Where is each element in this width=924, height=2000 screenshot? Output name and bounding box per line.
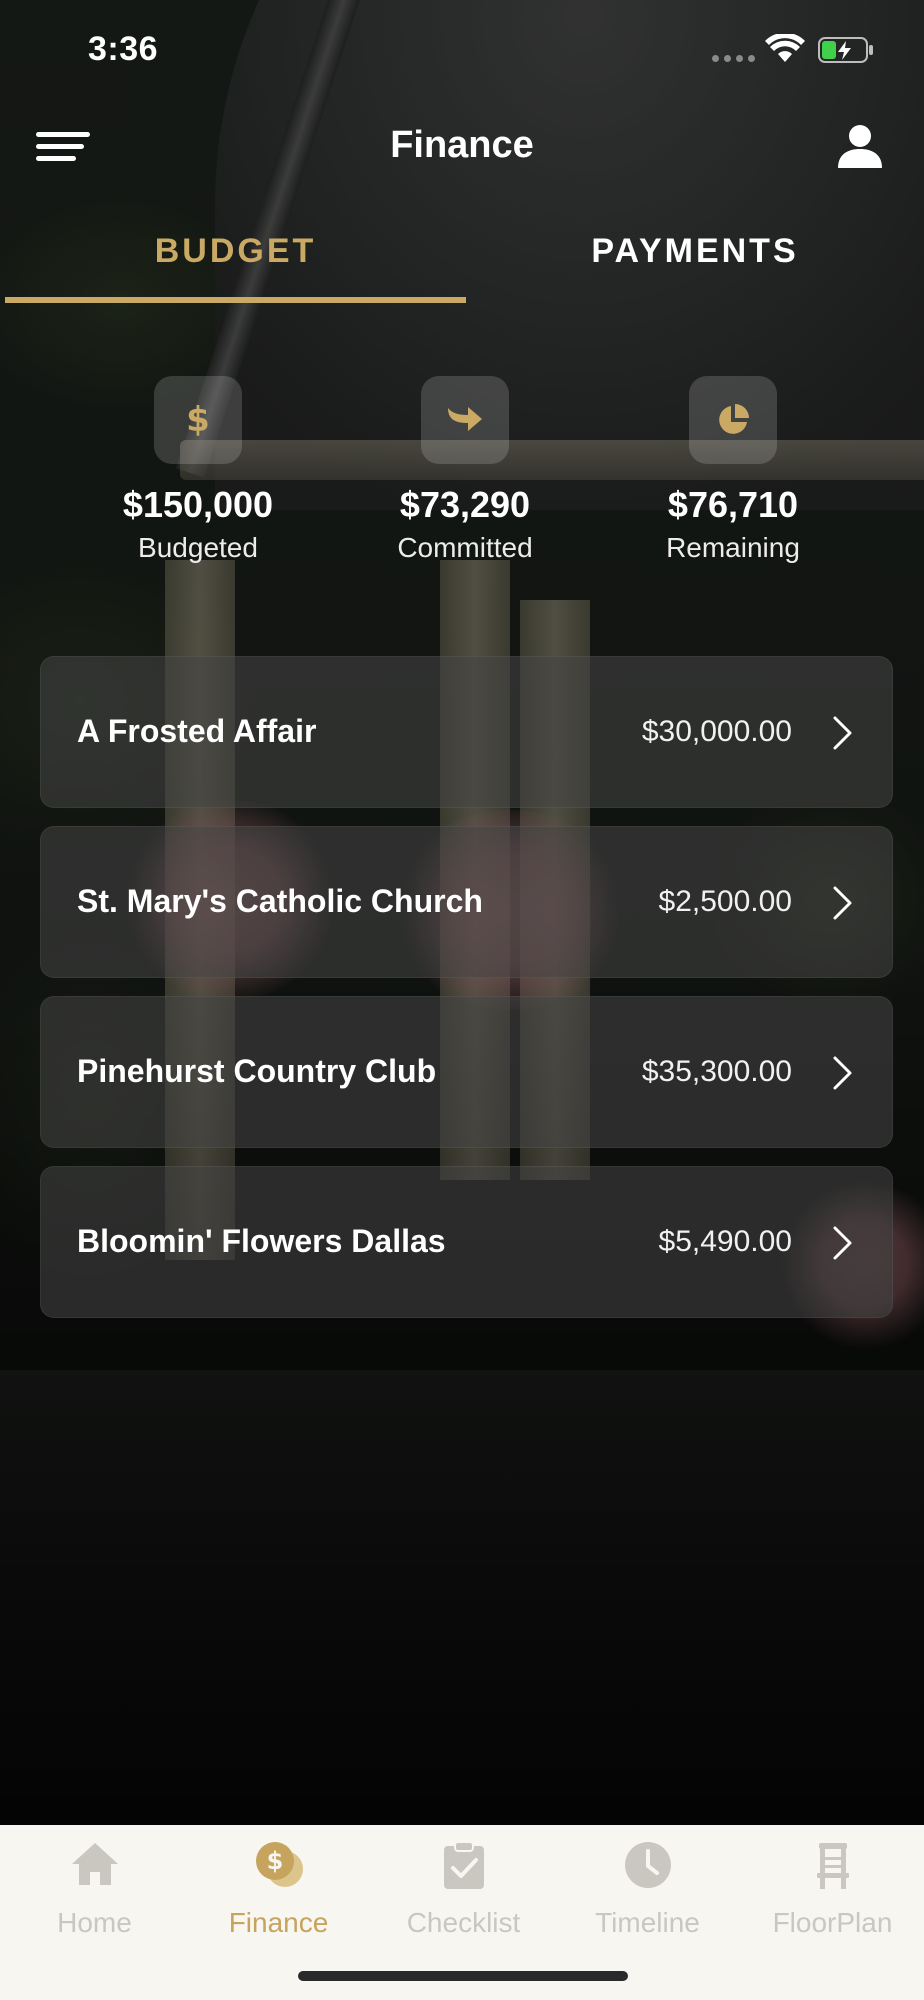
tab-payments[interactable]: PAYMENTS (466, 218, 924, 304)
chevron-right-icon (833, 1056, 852, 1090)
arrow-icon (421, 376, 509, 464)
wifi-icon (765, 34, 805, 62)
nav-label: Checklist (406, 1907, 521, 1938)
chevron-right-icon (833, 886, 852, 920)
chair-icon (816, 1843, 849, 1889)
home-indicator (298, 1971, 628, 1981)
budget-summary: $ $150,000 Budgeted $73,290 Committed $7… (0, 376, 924, 576)
stat-value: $73,290 (399, 484, 531, 525)
battery-icon (818, 37, 873, 63)
home-icon (71, 1843, 118, 1885)
chevron-right-icon (833, 1226, 852, 1260)
vendor-row[interactable]: Pinehurst Country Club $35,300.00 (40, 996, 893, 1148)
vendor-amount: $35,300.00 (641, 1055, 792, 1088)
nav-floorplan[interactable]: FloorPlan (740, 1839, 924, 1939)
active-tab-indicator (5, 297, 466, 303)
vendor-amount: $30,000.00 (641, 715, 792, 748)
status-bar: 3:36 (0, 0, 924, 100)
stat-label: Committed (397, 532, 533, 563)
page-title: Finance (390, 124, 534, 166)
nav-timeline[interactable]: Timeline (555, 1839, 740, 1939)
nav-checklist[interactable]: Checklist (371, 1839, 556, 1939)
stat-committed: $73,290 Committed (331, 376, 599, 564)
stat-label: Remaining (666, 532, 800, 563)
vendor-row[interactable]: St. Mary's Catholic Church $2,500.00 (40, 826, 893, 978)
vendor-list: A Frosted Affair $30,000.00 St. Mary's C… (40, 656, 893, 1336)
dollar-glyph: $ (186, 400, 210, 440)
vendor-name: Pinehurst Country Club (77, 1053, 437, 1089)
pie-chart-icon (689, 376, 777, 464)
chevron-right-icon (833, 716, 852, 750)
clock-icon (624, 1842, 671, 1888)
stat-budgeted: $ $150,000 Budgeted (64, 376, 332, 564)
vendor-row[interactable]: Bloomin' Flowers Dallas $5,490.00 (40, 1166, 893, 1318)
nav-finance[interactable]: $ Finance (186, 1839, 371, 1939)
stat-value: $76,710 (667, 484, 799, 525)
stat-label: Budgeted (138, 532, 258, 563)
vendor-row[interactable]: A Frosted Affair $30,000.00 (40, 656, 893, 808)
finance-icon: $ (255, 1842, 303, 1887)
stat-remaining: $76,710 Remaining (599, 376, 867, 564)
cellular-signal-icon (712, 55, 755, 62)
nav-label: Timeline (595, 1907, 700, 1938)
vendor-name: A Frosted Affair (77, 713, 317, 749)
nav-label: Home (57, 1907, 132, 1938)
svg-text:$: $ (266, 1847, 283, 1875)
vendor-name: Bloomin' Flowers Dallas (77, 1223, 446, 1259)
nav-label: Finance (228, 1907, 329, 1938)
checklist-icon (443, 1841, 484, 1889)
segment-tabs: BUDGET PAYMENTS (0, 218, 924, 304)
status-time: 3:36 (88, 30, 159, 68)
tab-budget[interactable]: BUDGET (5, 218, 466, 304)
nav-home[interactable]: Home (2, 1839, 187, 1939)
vendor-amount: $5,490.00 (658, 1225, 792, 1258)
stat-value: $150,000 (122, 484, 274, 525)
profile-icon[interactable] (836, 122, 884, 170)
vendor-amount: $2,500.00 (658, 885, 792, 918)
vendor-name: St. Mary's Catholic Church (77, 883, 483, 919)
dollar-icon: $ (154, 376, 242, 464)
nav-label: FloorPlan (772, 1907, 893, 1938)
